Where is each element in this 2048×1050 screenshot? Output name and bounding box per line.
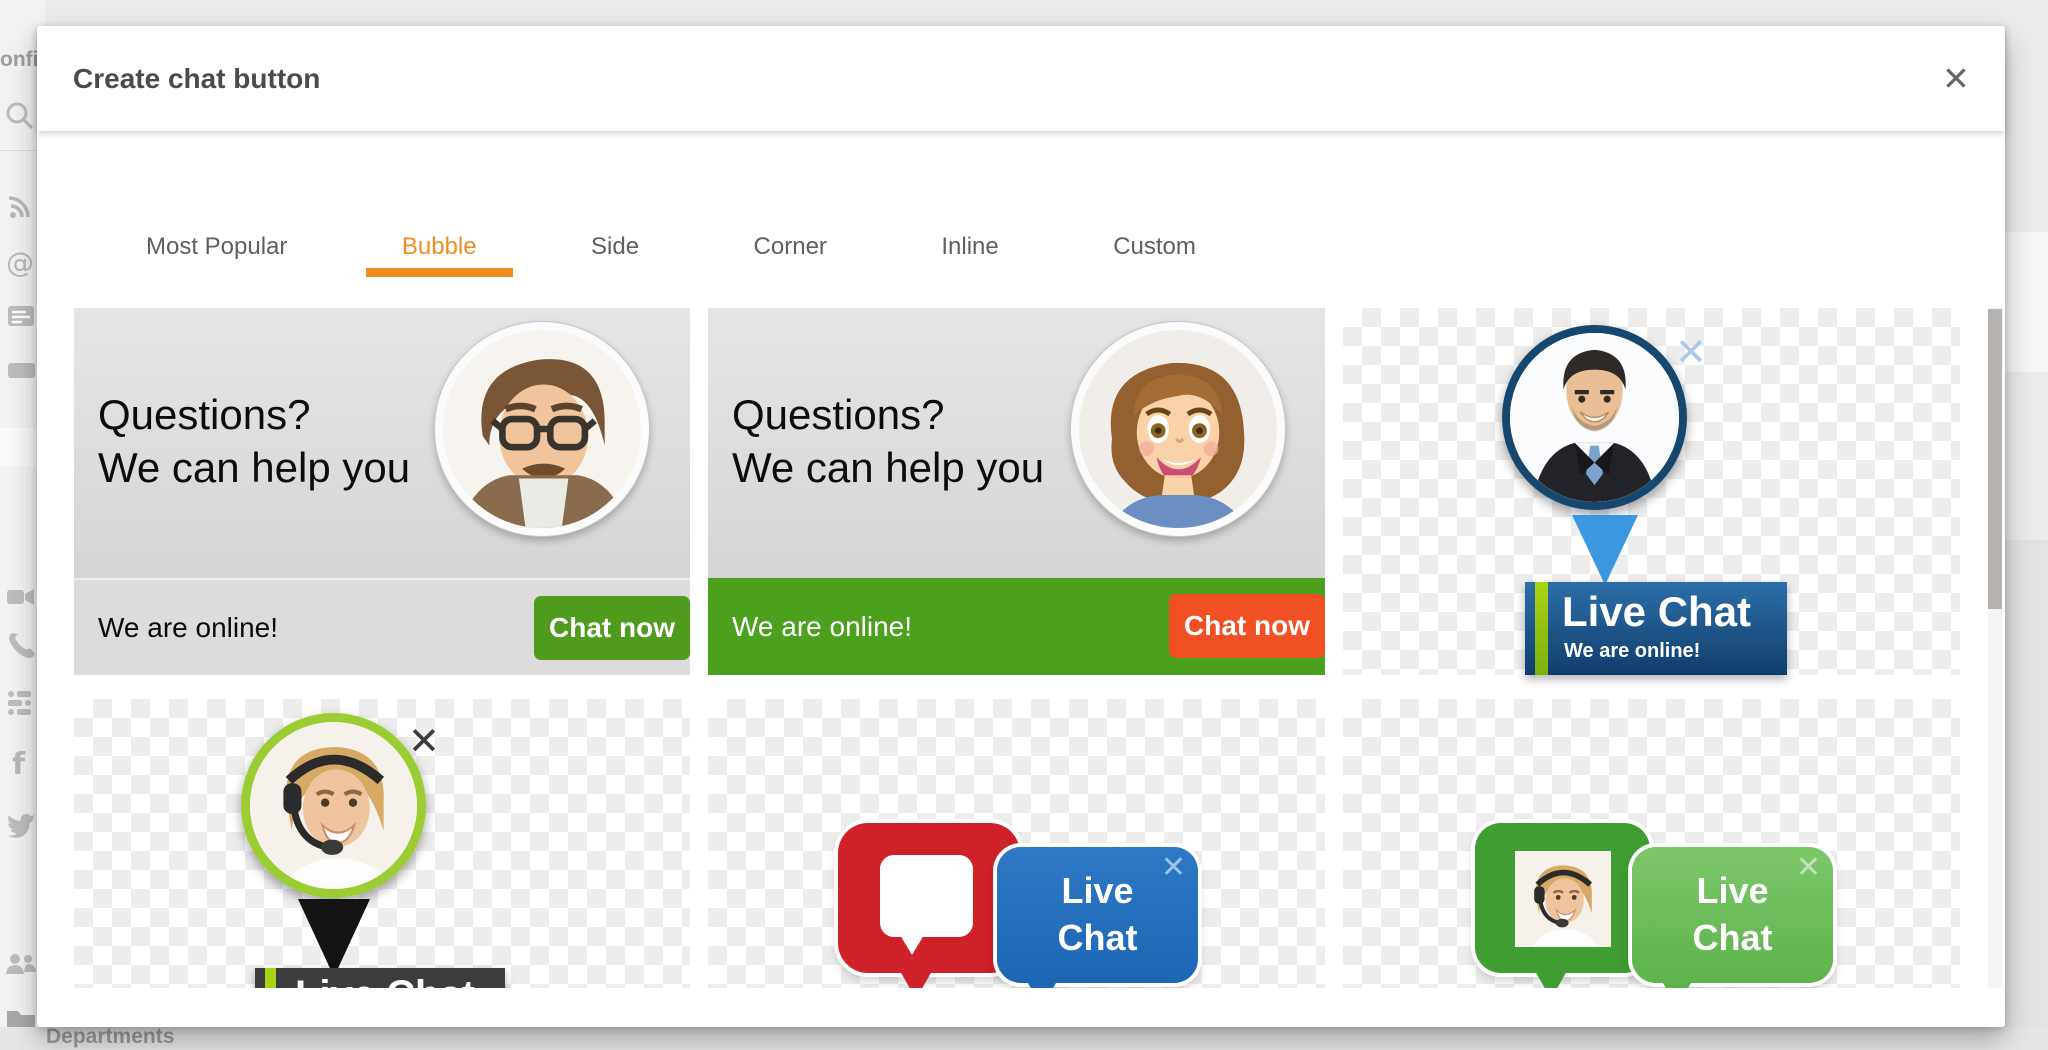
- accent-stripe: [1535, 582, 1548, 675]
- preview-close-icon: ✕: [1675, 334, 1707, 372]
- speech-bubble-red-tail: [900, 971, 932, 988]
- male-cartoon-avatar: [435, 322, 649, 536]
- online-status-text: We are online!: [1564, 640, 1700, 663]
- background-panel: [2005, 232, 2048, 372]
- broadcast-icon[interactable]: [4, 190, 38, 224]
- pointer-triangle: [1572, 515, 1638, 585]
- preview-heading: Questions? We can help you: [98, 388, 410, 494]
- preview-banner-body: Questions? We can help you: [74, 308, 690, 578]
- avatar-ring: [1502, 325, 1687, 510]
- phone-icon[interactable]: [4, 628, 38, 662]
- speech-bubble-dark-green: [1475, 823, 1650, 973]
- inner-bubble-tail: [900, 935, 924, 955]
- speech-bubble-light-green: Live Chat ✕: [1632, 847, 1833, 983]
- chat-button-preview-pin-dark[interactable]: ✕ Live Chat: [74, 699, 690, 988]
- at-icon[interactable]: @: [4, 246, 38, 280]
- live-chat-title: Live Chat: [1562, 588, 1751, 636]
- speech-bubble-blue: Live Chat ✕: [997, 847, 1198, 983]
- preview-status-bar: We are online! Chat now: [708, 578, 1325, 675]
- live-chat-box: Live Chat: [255, 968, 505, 988]
- scrollbar-thumb[interactable]: [1988, 309, 2002, 609]
- video-icon[interactable]: [4, 580, 38, 614]
- accent-stripe: [265, 968, 276, 988]
- live-chat-box: Live Chat We are online!: [1525, 582, 1787, 675]
- tab-inline[interactable]: Inline: [905, 224, 1034, 270]
- chat-now-button: Chat now: [1169, 594, 1325, 658]
- speech-bubble-dark-green-tail: [1535, 971, 1567, 988]
- preview-heading-line1: Questions?: [732, 388, 1044, 441]
- dialog-title: Create chat button: [73, 26, 320, 131]
- preview-banner-body: Questions? We can help you: [708, 308, 1325, 578]
- tab-corner[interactable]: Corner: [718, 224, 863, 270]
- businessman-photo-avatar: [1510, 333, 1679, 502]
- background-page-right: [2005, 0, 2048, 1050]
- svg-text:@: @: [6, 246, 34, 279]
- dialog-header: Create chat button ✕: [37, 26, 2005, 131]
- online-status-text: We are online!: [98, 612, 278, 644]
- gallery-scroll-area: Questions? We can help you: [37, 308, 1981, 988]
- tab-most-popular[interactable]: Most Popular: [110, 224, 323, 270]
- tab-bubble[interactable]: Bubble: [366, 224, 513, 270]
- chat-button-preview-speech-green[interactable]: Live Chat ✕: [1343, 699, 1960, 988]
- live-chat-title: Live Chat: [295, 973, 475, 988]
- preview-close-icon: ✕: [1796, 853, 1821, 883]
- chat-button-preview-banner-gray[interactable]: Questions? We can help you: [74, 308, 690, 675]
- preview-heading-line2: We can help you: [732, 441, 1044, 494]
- pointer-triangle: [298, 899, 370, 977]
- button-type-tabs: Most Popular Bubble Side Corner Inline C…: [91, 224, 1251, 270]
- headset-woman-photo: [1515, 851, 1611, 947]
- create-chat-button-dialog: Create chat button ✕ Most Popular Bubble…: [37, 26, 2005, 1027]
- preview-close-icon: ✕: [408, 723, 440, 761]
- gallery-scrollbar[interactable]: [1988, 308, 2002, 988]
- speech-bubble-light-green-tail: [1663, 983, 1691, 988]
- search-icon[interactable]: [4, 100, 38, 134]
- background-panel: [2005, 540, 2048, 1050]
- facebook-icon[interactable]: f: [4, 746, 38, 780]
- online-status-text: We are online!: [732, 611, 912, 643]
- sliders-icon[interactable]: [4, 686, 38, 720]
- sidebar-divider: [0, 150, 38, 151]
- preview-close-icon: ✕: [1161, 853, 1186, 883]
- avatar-ring: [241, 713, 426, 898]
- live-chat-line2: Chat: [1632, 914, 1833, 961]
- config-label-fragment: onfi: [0, 48, 38, 72]
- female-cartoon-avatar: [1071, 322, 1285, 536]
- preview-heading-line2: We can help you: [98, 441, 410, 494]
- chat-button-preview-speech-red-blue[interactable]: Live Chat ✕: [708, 699, 1325, 988]
- people-icon[interactable]: [4, 948, 38, 982]
- background-page-bottom: [0, 1027, 2048, 1050]
- chat-now-button: Chat now: [534, 596, 690, 660]
- twitter-icon[interactable]: [4, 806, 38, 840]
- preview-heading: Questions? We can help you: [732, 388, 1044, 494]
- form-icon[interactable]: [4, 300, 38, 334]
- close-icon[interactable]: ✕: [1933, 56, 1979, 102]
- tab-side[interactable]: Side: [555, 224, 675, 270]
- preview-heading-line1: Questions?: [98, 388, 410, 441]
- headset-woman-avatar: [250, 722, 417, 889]
- speech-bubble-red: [838, 823, 1020, 973]
- departments-label: Departments: [46, 1025, 174, 1049]
- preview-status-bar: We are online! Chat now: [74, 578, 690, 675]
- button-widget-icon[interactable]: [4, 354, 38, 388]
- inner-bubble-white: [880, 855, 973, 937]
- live-chat-line2: Chat: [997, 914, 1198, 961]
- svg-text:f: f: [12, 747, 26, 780]
- chat-button-preview-banner-green[interactable]: Questions? We can help you: [708, 308, 1325, 675]
- chat-button-preview-pin-blue[interactable]: ✕ Live Chat We are online!: [1343, 308, 1960, 675]
- tab-custom[interactable]: Custom: [1077, 224, 1232, 270]
- speech-bubble-blue-tail: [1028, 983, 1056, 988]
